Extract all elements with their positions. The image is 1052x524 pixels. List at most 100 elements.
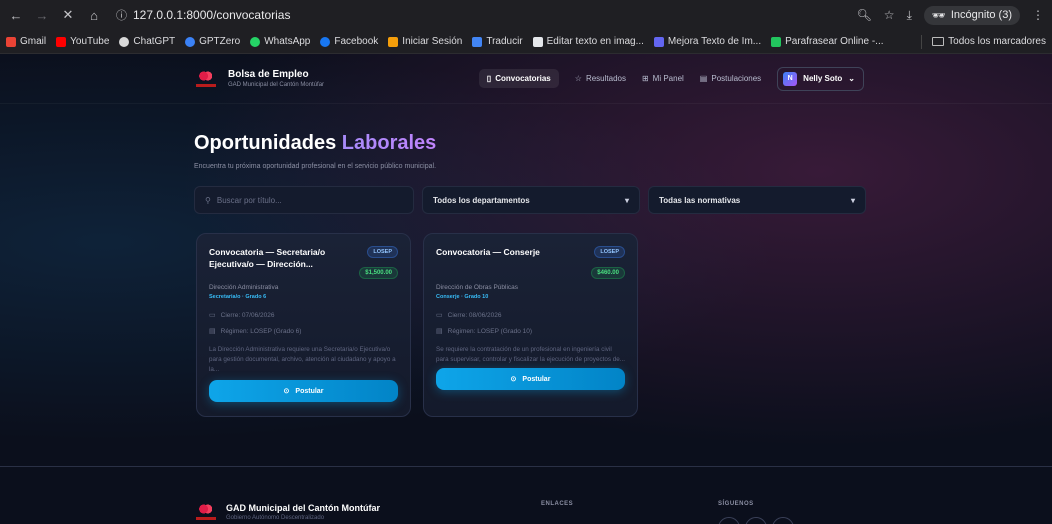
calendar-icon: ▭ — [436, 312, 443, 319]
edit-image-icon — [532, 36, 543, 47]
job-grade: Secretaria/o · Grado 6 — [209, 294, 267, 300]
paraphrase-icon — [771, 36, 782, 47]
user-menu-button[interactable]: N Nelly Soto ⌄ — [777, 66, 864, 91]
document-icon: ▤ — [436, 328, 443, 335]
social-heading: SÍGUENOS — [718, 501, 754, 507]
incognito-icon: 🕶︎ — [931, 9, 946, 22]
close-icon[interactable]: ✕ — [60, 7, 76, 23]
main-menu: ▯ Convocatorias ☆ Resultados ⊞ Mi Panel ▤ Po… — [478, 66, 864, 91]
bookmark-facebook[interactable]: Facebook — [320, 36, 378, 47]
folder-icon — [932, 37, 945, 46]
gmail-icon — [6, 36, 16, 47]
links-heading: ENLACES — [541, 501, 574, 507]
filters: ⚲ Buscar por título... Todos los departa… — [194, 186, 866, 214]
page-title: Oportunidades Laborales — [194, 132, 437, 154]
bookmark-login[interactable]: Iniciar Sesión — [388, 36, 462, 47]
job-description: La Dirección Administrativa requiere una… — [209, 346, 396, 373]
site-info-icon[interactable]: ⓘ — [116, 7, 127, 23]
apply-button[interactable]: ⊙ Postular — [209, 380, 398, 402]
star-icon: ☆ — [574, 74, 582, 83]
search-icon: ⚲ — [205, 195, 211, 205]
home-icon[interactable]: ⌂ — [86, 7, 102, 23]
forward-icon[interactable]: → — [34, 7, 50, 23]
incognito-badge[interactable]: 🕶︎ Incógnito (3) — [923, 5, 1020, 25]
login-icon — [388, 36, 399, 47]
footer-brand: GAD Municipal del Cantón Montúfar Gobier… — [196, 503, 380, 521]
bookmark-translate[interactable]: Traducir — [472, 36, 523, 47]
job-description: Se requiere la contratación de un profes… — [436, 346, 625, 363]
hero: Oportunidades Laborales Encuentra tu pró… — [0, 104, 1052, 170]
facebook-icon — [320, 36, 331, 47]
bookmark-edit-text[interactable]: Editar texto en imag... — [532, 36, 644, 47]
search-input[interactable]: ⚲ Buscar por título... — [194, 186, 414, 214]
nav-postulaciones[interactable]: ▤ Postulaciones — [700, 74, 761, 83]
municipality-logo — [196, 504, 216, 520]
zoom-icon[interactable]: 🔍︎ — [857, 8, 872, 22]
arrow-circle-icon: ⊙ — [510, 376, 517, 383]
search-placeholder: Buscar por título... — [216, 195, 282, 205]
page: Bolsa de Empleo GAD Municipal del Cantón… — [0, 54, 1052, 524]
footer: GAD Municipal del Cantón Montúfar Gobier… — [0, 466, 1052, 524]
law-badge: LOSEP — [367, 246, 398, 258]
social-icon[interactable] — [718, 517, 740, 524]
job-department: Dirección de Obras Públicas — [436, 284, 519, 291]
address-bar[interactable]: ⓘ 127.0.0.1:8000/convocatorias — [116, 7, 847, 23]
bookmark-chatgpt[interactable]: ChatGPT — [119, 36, 175, 47]
back-icon[interactable]: ← — [8, 7, 24, 23]
bookmark-gmail[interactable]: Gmail — [6, 36, 46, 47]
document-icon: ▤ — [209, 328, 216, 335]
chevron-down-icon: ▾ — [624, 195, 629, 205]
salary-badge: $460.00 — [591, 267, 625, 279]
job-regime: ▤ Régimen: LOSEP (Grado 10) — [436, 327, 533, 336]
brand-title: Bolsa de Empleo — [228, 69, 309, 80]
job-department: Dirección Administrativa — [209, 284, 279, 291]
job-grade: Conserje · Grado 10 — [436, 294, 489, 300]
user-name: Nelly Soto — [803, 74, 843, 83]
job-card[interactable]: Convocatoria — Secretaria/o Ejecutiva/o … — [196, 233, 411, 417]
translate-icon — [472, 36, 483, 47]
nav-convocatorias[interactable]: ▯ Convocatorias — [478, 69, 559, 88]
avatar: N — [783, 71, 798, 86]
title-accent: Laborales — [341, 132, 437, 154]
chevron-down-icon: ⌄ — [848, 74, 855, 83]
job-close-date: ▭ Cierre: 07/06/2026 — [209, 311, 275, 320]
social-icon[interactable] — [772, 517, 794, 524]
social-icon[interactable] — [745, 517, 767, 524]
bookmark-improve-text[interactable]: Mejora Texto de Im... — [653, 36, 761, 47]
star-icon[interactable]: ☆ — [884, 8, 895, 22]
bookmarks-bar: Gmail YouTube ChatGPT GPTZero WhatsApp F… — [0, 30, 1052, 54]
salary-badge: $1,500.00 — [359, 267, 398, 279]
menu-icon[interactable]: ⋮ — [1032, 8, 1044, 22]
bookmark-youtube[interactable]: YouTube — [56, 36, 109, 47]
job-title: Convocatoria — Secretaria/o Ejecutiva/o … — [209, 247, 326, 270]
chatgpt-icon — [119, 36, 130, 47]
social-links — [718, 517, 794, 524]
document-icon: ▯ — [486, 74, 492, 83]
bookmarks-divider — [921, 34, 923, 49]
department-select[interactable]: Todos los departamentos ▾ — [422, 186, 640, 214]
bookmark-paraphrase[interactable]: Parafrasear Online -... — [771, 36, 884, 47]
regulation-select[interactable]: Todas las normativas ▾ — [648, 186, 866, 214]
calendar-icon: ▭ — [209, 312, 216, 319]
chevron-down-icon: ▾ — [850, 195, 855, 205]
youtube-icon — [56, 36, 67, 47]
job-cards: Convocatoria — Secretaria/o Ejecutiva/o … — [196, 233, 1052, 417]
whatsapp-icon — [250, 36, 261, 47]
job-card[interactable]: Convocatoria — Conserje LOSEP $460.00 Di… — [423, 233, 638, 417]
app-navbar: Bolsa de Empleo GAD Municipal del Cantón… — [0, 54, 1052, 104]
gptzero-icon — [185, 36, 196, 47]
bookmark-whatsapp[interactable]: WhatsApp — [250, 36, 310, 47]
brand[interactable]: Bolsa de Empleo GAD Municipal del Cantón… — [196, 69, 324, 88]
nav-mi-panel[interactable]: ⊞ Mi Panel — [642, 74, 684, 83]
nav-resultados[interactable]: ☆ Resultados — [575, 74, 626, 83]
apply-button[interactable]: ⊙ Postular — [436, 368, 625, 390]
footer-subtitle: Gobierno Autónomo Descentralizado — [226, 515, 325, 521]
grid-icon: ⊞ — [641, 74, 649, 83]
brand-subtitle: GAD Municipal del Cantón Montúfar — [228, 82, 325, 88]
all-bookmarks[interactable]: Todos los marcadores — [932, 36, 1046, 47]
footer-title: GAD Municipal del Cantón Montúfar — [226, 503, 380, 513]
improve-text-icon — [653, 36, 664, 47]
bookmark-gptzero[interactable]: GPTZero — [185, 36, 240, 47]
download-icon[interactable]: ⤓ — [907, 8, 912, 23]
job-title: Convocatoria — Conserje — [436, 247, 540, 257]
